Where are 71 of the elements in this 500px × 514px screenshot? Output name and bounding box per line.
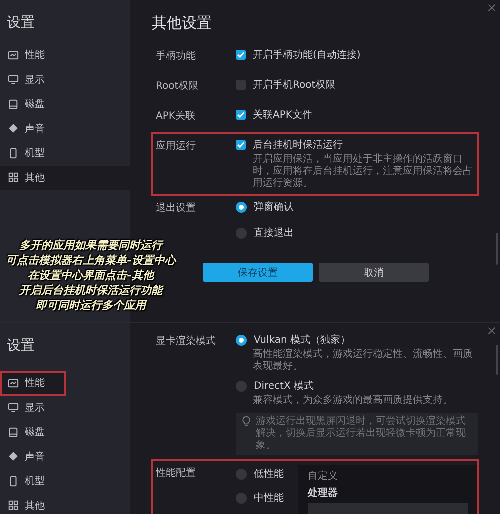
radio-button[interactable] — [236, 334, 247, 346]
grid-icon — [8, 500, 19, 512]
radio-label: Vulkan 模式（独家） — [254, 334, 351, 347]
description: 兼容模式，为众多游戏的最高画质提供支持。 — [252, 394, 454, 407]
scrollbar[interactable] — [496, 345, 498, 375]
sidebar-item[interactable]: 显示 — [0, 396, 130, 420]
sidebar-item[interactable]: 磁盘 — [0, 420, 130, 444]
sidebar-item[interactable]: 性能 — [0, 43, 130, 68]
phone-icon — [8, 148, 19, 159]
dropdown-field[interactable] — [308, 503, 468, 514]
radio-button[interactable] — [236, 228, 247, 238]
checkbox-label: 开启手柄功能(自动连接) — [253, 48, 361, 62]
sidebar-item[interactable]: 声音 — [0, 116, 130, 141]
close-icon[interactable] — [488, 327, 496, 335]
checkbox-label: 关联APK文件 — [253, 108, 312, 122]
sidebar-item[interactable]: 其他 — [0, 494, 130, 514]
sidebar-item[interactable]: 性能 — [0, 371, 66, 396]
radio-button[interactable] — [236, 468, 247, 480]
radio-button[interactable] — [236, 380, 247, 392]
sidebar-item[interactable]: 其他 — [0, 166, 130, 190]
monitor-icon — [8, 402, 19, 414]
radio-button[interactable] — [236, 202, 247, 212]
sidebar-item[interactable]: 机型 — [0, 469, 130, 494]
sound-icon — [8, 123, 19, 134]
hint-text: 游戏运行出现黑屏闪退时，可尝试切换渲染模式解决，切换后显示运行若出现轻微卡顿为正常现象。 — [256, 416, 467, 452]
field-label: 处理器 — [308, 486, 339, 500]
radio-button[interactable] — [236, 492, 247, 504]
checkbox[interactable] — [236, 80, 246, 90]
setting-label: 显卡渲染模式 — [156, 334, 217, 348]
sidebar-item[interactable]: 显示 — [0, 68, 130, 92]
description: 高性能渲染模式，游戏运行稳定性、流畅性、画质表现最好。 — [252, 348, 474, 373]
checkbox-label: 后台挂机时保活运行 — [253, 138, 343, 152]
cancel-button[interactable]: 取消 — [319, 263, 429, 282]
radio-label: 中性能 — [254, 492, 284, 505]
lightbulb-icon — [242, 416, 251, 427]
save-button[interactable]: 保存设置 — [203, 263, 313, 282]
sidebar-title: 设置 — [6, 14, 36, 33]
radio-label: 低性能 — [254, 468, 284, 481]
caption-text: 多开的应用如果需要同时运行 — [18, 238, 165, 253]
setting-label: Root权限 — [156, 80, 200, 93]
monitor-icon — [8, 74, 19, 86]
sound-icon — [8, 451, 19, 462]
setting-label: 性能配置 — [156, 466, 197, 480]
page-title: 其他设置 — [152, 13, 212, 34]
checkbox[interactable] — [236, 50, 246, 60]
grid-icon — [8, 172, 19, 184]
setting-label: 退出设置 — [156, 202, 197, 215]
checkbox[interactable] — [236, 140, 246, 150]
checkbox[interactable] — [236, 110, 246, 120]
setting-label: 应用运行 — [156, 140, 197, 153]
chart-icon — [8, 50, 19, 61]
caption-text: 可点击模拟器右上角菜单-设置中心 — [5, 253, 178, 268]
chart-icon — [8, 378, 19, 389]
close-icon[interactable] — [488, 4, 496, 12]
sidebar-item[interactable]: 声音 — [0, 444, 130, 469]
setting-label: APK关联 — [156, 110, 196, 123]
checkbox-label: 开启手机Root权限 — [253, 78, 336, 92]
setting-label: 手柄功能 — [156, 50, 197, 63]
radio-label: DirectX 模式 — [254, 380, 314, 393]
radio-label: 直接退出 — [254, 226, 294, 240]
scrollbar[interactable] — [496, 233, 498, 265]
radio-label: 弹窗确认 — [254, 200, 294, 214]
sidebar-title: 设置 — [6, 337, 36, 356]
phone-icon — [8, 476, 19, 487]
caption-text: 开启后台挂机时保活运行功能 — [18, 283, 165, 298]
sidebar-item[interactable]: 机型 — [0, 141, 130, 166]
caption-text: 即可同时运行多个应用 — [35, 298, 148, 313]
custom-title: 自定义 — [308, 470, 339, 483]
sidebar-item[interactable]: 磁盘 — [0, 92, 130, 116]
caption-text: 在设置中心界面点击-其他 — [27, 268, 156, 283]
description: 开启应用保活，当应用处于非主操作的活跃窗口时，应用将在后台挂机运行，注意应用保活将会占用运行资源。 — [252, 152, 474, 190]
